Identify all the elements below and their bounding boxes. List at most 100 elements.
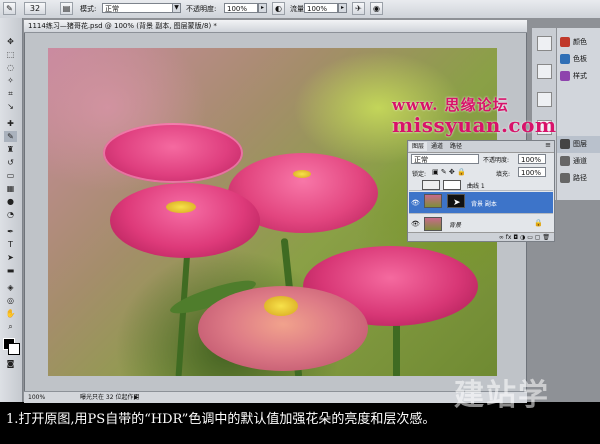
dock-item-label: 色板 (573, 55, 587, 63)
link-icon[interactable]: ∞ (499, 234, 504, 241)
brush-preset-picker[interactable]: 32 (24, 2, 46, 15)
panel-menu-icon[interactable]: ≡ (545, 141, 551, 149)
zoom-level[interactable]: 100% (28, 392, 45, 403)
status-message: 曝光只在 32 位起作用 (80, 394, 140, 401)
type-tool-icon[interactable]: T (4, 239, 17, 250)
history-brush-tool-icon[interactable]: ↺ (4, 157, 17, 168)
document-title: 1114练习—猪哥花.psd @ 100% (背景 副本, 图层蒙版/8) * (28, 22, 217, 30)
adjustments-panel-icon[interactable] (537, 92, 552, 107)
background-color-swatch[interactable] (8, 343, 20, 355)
visibility-eye-icon[interactable]: 👁 (411, 220, 420, 228)
layer-opacity-input[interactable]: 100% (518, 154, 546, 164)
magic-wand-tool-icon[interactable]: ✧ (4, 75, 17, 86)
zoom-tool-icon[interactable]: ⌕ (4, 321, 17, 332)
styles-icon (560, 71, 570, 81)
lock-icons[interactable]: ▣ ✎ ✥ 🔒 (432, 168, 466, 176)
fill-value: 100% (521, 169, 542, 177)
layer-name: 曲线 1 (467, 183, 485, 190)
blend-mode-select[interactable]: 正常 (411, 154, 479, 164)
new-group-icon[interactable]: ▭ (527, 234, 533, 241)
layers-panel-tabbar: 图层 通道 路径 ≡ (408, 141, 554, 153)
eyedropper-tool-icon[interactable]: ↘ (4, 101, 17, 112)
layer-name: 背景 (449, 222, 462, 229)
layer-row-selected[interactable]: 👁 ➤ 背景 副本 (409, 192, 553, 214)
3d-orbit-tool-icon[interactable]: ◎ (4, 295, 17, 306)
brush-panel-toggle[interactable]: ▤ (60, 2, 73, 15)
status-arrow-icon[interactable]: ▶ (134, 392, 139, 403)
airbrush-icon[interactable]: ✈ (352, 2, 365, 15)
panel-dock: 颜色 色板 样式 图层 通道 路径 (557, 28, 600, 200)
hand-tool-icon[interactable]: ✋ (4, 308, 17, 319)
layer-thumbnail (424, 194, 442, 208)
clone-stamp-tool-icon[interactable]: ♜ (4, 144, 17, 155)
layer-row[interactable]: 👁 背景 🔒 (409, 215, 553, 233)
channels-icon (560, 156, 570, 166)
layer-row[interactable]: 曲线 1 (409, 179, 553, 191)
path-selection-tool-icon[interactable]: ➤ (4, 252, 17, 263)
tutorial-caption: 1.打开原图,用PS自带的“HDR”色调中的默认值加强花朵的亮度和层次感。 (6, 412, 436, 427)
flower (103, 123, 243, 183)
flow-input[interactable]: 100% (304, 3, 338, 13)
mode-select[interactable]: 正常 (102, 3, 180, 13)
flow-value: 100% (307, 5, 328, 13)
adjustment-layer-icon[interactable]: ◑ (520, 234, 525, 241)
crop-tool-icon[interactable]: ⌗ (4, 88, 17, 99)
site-logo: 建站学 (454, 378, 550, 413)
dock-item-layers[interactable]: 图层 (557, 136, 600, 153)
fx-icon[interactable]: fx (506, 234, 512, 241)
dock-item-color[interactable]: 颜色 (557, 34, 600, 51)
brush-tool-icon[interactable]: ✎ (4, 131, 17, 142)
opacity-input[interactable]: 100% (224, 3, 258, 13)
color-icon (560, 37, 570, 47)
pen-tool-icon[interactable]: ✒ (4, 226, 17, 237)
flower-center (166, 201, 196, 213)
eraser-tool-icon[interactable]: ▭ (4, 170, 17, 181)
dodge-tool-icon[interactable]: ◔ (4, 209, 17, 220)
layer-mask-thumbnail (443, 180, 461, 190)
lasso-tool-icon[interactable]: ◌ (4, 62, 17, 73)
layers-panel-footer: ∞ fx ◘ ◑ ▭ ▢ 🗑 (408, 232, 554, 241)
layer-name: 背景 副本 (471, 201, 497, 208)
tab-paths[interactable]: 路径 (447, 142, 465, 151)
gradient-tool-icon[interactable]: ▦ (4, 183, 17, 194)
opacity-label: 不透明度: (186, 5, 217, 13)
swatches-icon (560, 54, 570, 64)
move-tool-icon[interactable]: ✥ (4, 36, 17, 47)
mode-dropdown-icon[interactable]: ▼ (172, 3, 181, 13)
status-bar: 100% 曝光只在 32 位起作用 ▶ (24, 391, 527, 403)
blur-tool-icon[interactable]: ● (4, 196, 17, 207)
layers-icon (560, 139, 570, 149)
layers-panel: 图层 通道 路径 ≡ 正常 不透明度: 100% 锁定: ▣ ✎ ✥ 🔒 填充:… (407, 140, 555, 242)
delete-layer-icon[interactable]: 🗑 (542, 234, 550, 241)
blend-mode-value: 正常 (414, 156, 428, 164)
flow-dropdown-icon[interactable]: ▸ (338, 3, 347, 13)
dock-item-label: 路径 (573, 174, 587, 182)
dock-item-styles[interactable]: 样式 (557, 68, 600, 85)
brush-tool-icon[interactable]: ✎ (3, 2, 16, 15)
dock-item-swatches[interactable]: 色板 (557, 51, 600, 68)
tab-layers[interactable]: 图层 (409, 142, 428, 151)
new-layer-icon[interactable]: ▢ (535, 234, 541, 241)
document-tab[interactable]: 1114练习—猪哥花.psd @ 100% (背景 副本, 图层蒙版/8) * (24, 20, 527, 33)
dock-item-channels[interactable]: 通道 (557, 153, 600, 170)
shape-tool-icon[interactable]: ▬ (4, 265, 17, 276)
dock-item-label: 通道 (573, 157, 587, 165)
tab-channels[interactable]: 通道 (428, 142, 446, 151)
dock-item-paths[interactable]: 路径 (557, 170, 600, 187)
watermark-line1: www. 思缘论坛 (392, 96, 509, 114)
watermark-line2: missyuan.com (392, 113, 557, 137)
dock-item-label: 颜色 (573, 38, 587, 46)
healing-brush-tool-icon[interactable]: ✚ (4, 118, 17, 129)
marquee-tool-icon[interactable]: ⬚ (4, 49, 17, 60)
pressure-size-icon[interactable]: ◉ (370, 2, 383, 15)
fill-input[interactable]: 100% (518, 167, 546, 177)
info-panel-icon[interactable] (537, 64, 552, 79)
3d-rotate-tool-icon[interactable]: ◈ (4, 282, 17, 293)
add-mask-icon[interactable]: ◘ (513, 234, 518, 241)
history-panel-icon[interactable] (537, 36, 552, 51)
visibility-eye-icon[interactable]: 👁 (411, 199, 420, 207)
quick-mask-icon[interactable]: ◙ (4, 358, 17, 369)
pressure-opacity-icon[interactable]: ◐ (272, 2, 285, 15)
opacity-dropdown-icon[interactable]: ▸ (258, 3, 267, 13)
flower-center (264, 296, 298, 316)
